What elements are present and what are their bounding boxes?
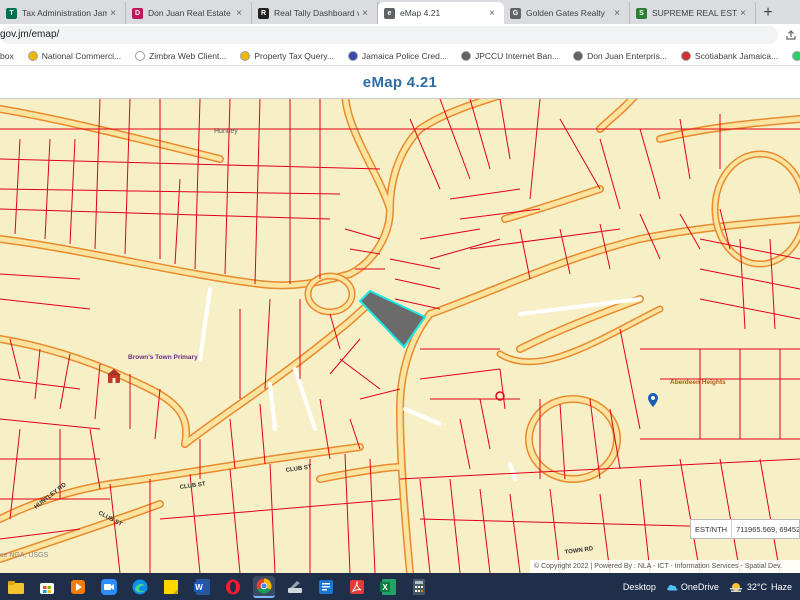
bookmark-label: Zimbra Web Client... bbox=[149, 50, 227, 61]
tab-close-icon[interactable]: × bbox=[611, 8, 623, 19]
bookmark-label: National Commerci... bbox=[41, 50, 122, 61]
weather-icon[interactable]: 32°C Haze bbox=[729, 581, 792, 593]
tab-label: Don Juan Real Estate bbox=[148, 8, 231, 18]
chrome-icon[interactable] bbox=[252, 575, 275, 598]
weather-condition: Haze bbox=[770, 581, 792, 592]
store-icon[interactable] bbox=[36, 576, 58, 598]
tab-label: Tax Administration Jama bbox=[22, 8, 107, 18]
desktop-toolbar[interactable]: Desktop bbox=[623, 582, 656, 592]
bookmark-item[interactable]: WhatsApp bbox=[792, 50, 800, 61]
zoom-icon[interactable] bbox=[98, 576, 120, 598]
label-town-rd: TOWN RD bbox=[564, 546, 594, 556]
file-explorer-icon[interactable] bbox=[5, 576, 27, 598]
parcel-map[interactable]: Huntley Brown's Town Primary Aberdeen He… bbox=[0, 99, 800, 573]
tab-label: SUPREME REAL ESTATE bbox=[652, 8, 737, 18]
label-school: Brown's Town Primary bbox=[128, 354, 198, 361]
label-aberdeen: Aberdeen Heights bbox=[670, 379, 726, 386]
coordinate-readout: EST/NTH 711965.569, 69452 bbox=[690, 519, 800, 539]
new-tab-button[interactable]: + bbox=[756, 2, 780, 24]
temperature: 32°C bbox=[746, 581, 767, 592]
tab-close-icon[interactable]: × bbox=[737, 8, 749, 19]
bookmark-item[interactable]: National Commerci... bbox=[27, 50, 122, 61]
document-app-icon[interactable] bbox=[315, 576, 337, 598]
tab-label: Golden Gates Realty bbox=[526, 8, 605, 18]
tab-label: Real Tally Dashboard v bbox=[274, 8, 359, 18]
label-club-st-2: CLUB ST bbox=[285, 464, 312, 474]
bookmark-label: JPCCU Internet Ban... bbox=[474, 50, 560, 61]
bookmark-item[interactable]: Jamaica Police Cred... bbox=[347, 50, 447, 61]
page-title: eMap 4.21 bbox=[362, 74, 438, 91]
svg-text:X: X bbox=[382, 583, 388, 592]
onedrive-icon[interactable]: OneDrive bbox=[666, 582, 719, 592]
tab-close-icon[interactable]: × bbox=[107, 8, 119, 19]
edge-icon[interactable] bbox=[129, 576, 151, 598]
tab-favicon-icon: S bbox=[636, 7, 647, 19]
tab-close-icon[interactable]: × bbox=[359, 8, 371, 19]
media-player-icon[interactable] bbox=[67, 576, 89, 598]
browser-tab-2[interactable]: D Don Juan Real Estate × bbox=[126, 2, 252, 24]
opera-icon[interactable] bbox=[222, 576, 244, 598]
map-attribution: ce NGA, USGS bbox=[0, 552, 49, 559]
location-pin-icon[interactable] bbox=[648, 393, 658, 407]
acrobat-icon[interactable] bbox=[346, 576, 368, 598]
browser-tab-3[interactable]: R Real Tally Dashboard v × bbox=[252, 2, 378, 24]
label-club-st-1: CLUB ST bbox=[179, 481, 206, 491]
bookmark-favicon-icon bbox=[27, 50, 38, 61]
tab-favicon-icon: T bbox=[6, 7, 17, 19]
bookmark-item[interactable]: Property Tax Query... bbox=[240, 50, 334, 61]
bookmark-favicon-icon bbox=[240, 50, 251, 61]
bookmark-favicon-icon bbox=[573, 50, 584, 61]
tab-favicon-icon: G bbox=[510, 7, 521, 19]
svg-text:W: W bbox=[195, 583, 203, 592]
browser-tab-strip: T Tax Administration Jama × D Don Juan Real … bbox=[0, 0, 800, 24]
windows-taskbar: W X Desktop OneDrive 32°C Haze bbox=[0, 573, 800, 600]
browser-tab-5[interactable]: G Golden Gates Realty × bbox=[504, 2, 630, 24]
sticky-notes-icon[interactable] bbox=[160, 576, 182, 598]
bookmark-item[interactable]: Scotiabank Jamaica... bbox=[680, 50, 779, 61]
bookmark-item[interactable]: JPCCU Internet Ban... bbox=[460, 50, 560, 61]
coordinate-label: EST/NTH bbox=[691, 520, 733, 538]
bookmark-favicon-icon bbox=[680, 50, 691, 61]
browser-tab-4[interactable]: e eMap 4.21 × bbox=[378, 2, 504, 24]
bookmark-favicon-icon bbox=[135, 50, 146, 61]
word-icon[interactable]: W bbox=[191, 576, 213, 598]
label-huntley: Huntley bbox=[214, 128, 238, 135]
tab-favicon-icon: R bbox=[258, 7, 269, 19]
tab-label: eMap 4.21 bbox=[400, 8, 441, 18]
bookmark-label: Scotiabank Jamaica... bbox=[694, 50, 779, 61]
url-field[interactable]: gov.jm/emap/ bbox=[0, 26, 778, 44]
system-tray: Desktop OneDrive 32°C Haze bbox=[623, 573, 792, 600]
bookmark-item[interactable]: Don Juan Enterpris... bbox=[573, 50, 667, 61]
bookmark-item[interactable]: Zimbra Web Client... bbox=[135, 50, 227, 61]
coordinate-value: 711965.569, 69452 bbox=[736, 524, 799, 534]
bookmark-label: Don Juan Enterpris... bbox=[587, 50, 667, 61]
tab-favicon-icon: D bbox=[132, 7, 143, 19]
page-header: eMap 4.21 bbox=[0, 67, 800, 99]
address-bar: gov.jm/emap/ bbox=[0, 24, 800, 46]
scanner-icon[interactable] bbox=[284, 576, 306, 598]
tab-close-icon[interactable]: × bbox=[486, 8, 498, 19]
bookmarks-bar: box National Commerci... Zimbra Web Client… bbox=[0, 46, 800, 66]
bookmark-item[interactable]: box bbox=[0, 51, 14, 61]
bookmark-favicon-icon bbox=[460, 50, 471, 61]
copyright-notice: © Copyright 2022 | Powered By : NLA - IC… bbox=[530, 560, 800, 573]
bookmark-favicon-icon bbox=[792, 50, 800, 61]
share-icon[interactable] bbox=[782, 26, 800, 44]
excel-icon[interactable]: X bbox=[377, 576, 399, 598]
map-canvas[interactable]: Huntley Brown's Town Primary Aberdeen He… bbox=[0, 99, 800, 573]
tab-close-icon[interactable]: × bbox=[233, 8, 245, 19]
calculator-icon[interactable] bbox=[408, 576, 430, 598]
bookmark-label: box bbox=[0, 50, 14, 61]
browser-tab-6[interactable]: S SUPREME REAL ESTATE× bbox=[630, 2, 756, 24]
bookmark-label: Jamaica Police Cred... bbox=[361, 50, 447, 61]
bookmark-favicon-icon bbox=[347, 50, 358, 61]
bookmark-label: Property Tax Query... bbox=[254, 50, 334, 61]
browser-tab-1[interactable]: T Tax Administration Jama × bbox=[0, 2, 126, 24]
onedrive-label: OneDrive bbox=[680, 581, 719, 592]
tab-favicon-icon: e bbox=[384, 7, 395, 19]
